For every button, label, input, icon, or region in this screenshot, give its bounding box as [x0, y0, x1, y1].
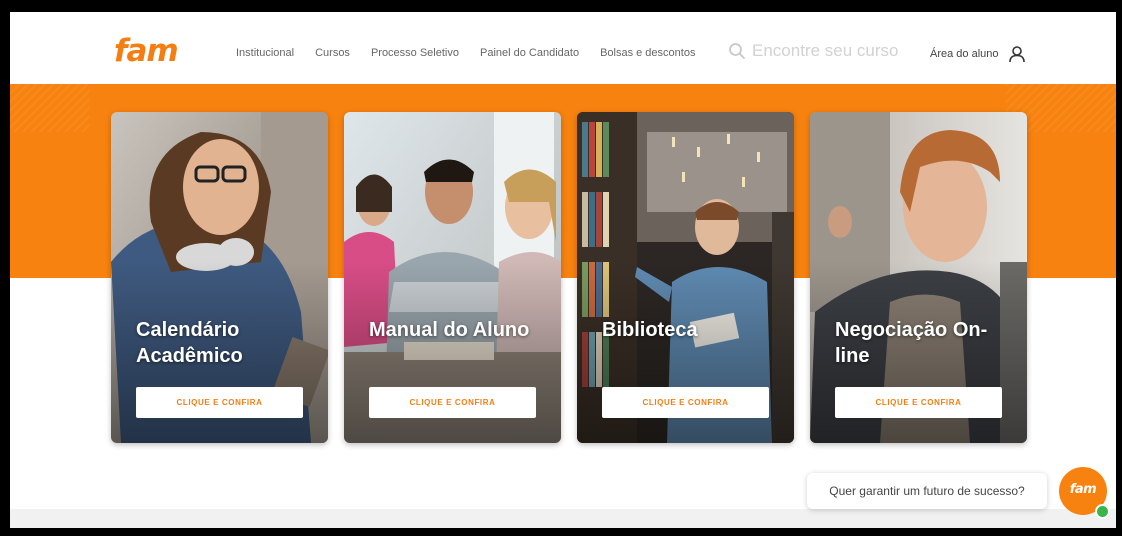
- band-stripe-left: [10, 84, 90, 132]
- card-cta-button[interactable]: CLIQUE E CONFIRA: [835, 387, 1002, 418]
- card-title: Negociação On-line: [835, 319, 988, 367]
- nav-institucional[interactable]: Institucional: [236, 47, 294, 59]
- card-cta-button[interactable]: CLIQUE E CONFIRA: [136, 387, 303, 418]
- student-area-label[interactable]: Área do aluno: [930, 48, 999, 60]
- card-biblioteca[interactable]: Biblioteca CLIQUE E CONFIRA: [577, 112, 794, 443]
- card-calendario-academico[interactable]: Calendário Acadêmico CLIQUE E CONFIRA: [111, 112, 328, 443]
- nav-processo-seletivo[interactable]: Processo Seletivo: [371, 47, 459, 59]
- fam-logo[interactable]: fam: [114, 36, 179, 67]
- search-icon[interactable]: [728, 42, 746, 60]
- card-negociacao-online[interactable]: Negociação On-line CLIQUE E CONFIRA: [810, 112, 1027, 443]
- site-header: fam Institucional Cursos Processo Seleti…: [10, 12, 1116, 84]
- user-icon[interactable]: [1008, 45, 1026, 63]
- nav-cursos[interactable]: Cursos: [315, 47, 350, 59]
- card-title: Calendário Acadêmico: [136, 319, 243, 367]
- main-nav: Institucional Cursos Processo Seletivo P…: [236, 47, 716, 59]
- bottom-strip: [10, 509, 1116, 528]
- page-viewport: fam Institucional Cursos Processo Seleti…: [10, 12, 1116, 528]
- course-search[interactable]: Encontre seu curso: [728, 41, 898, 61]
- student-area-link[interactable]: Área do aluno: [930, 45, 1026, 63]
- nav-bolsas-descontos[interactable]: Bolsas e descontos: [600, 47, 695, 59]
- card-cta-button[interactable]: CLIQUE E CONFIRA: [369, 387, 536, 418]
- nav-painel-candidato[interactable]: Painel do Candidato: [480, 47, 579, 59]
- card-title: Manual do Aluno: [369, 319, 530, 341]
- chat-logo: fam: [1069, 482, 1097, 497]
- search-input[interactable]: Encontre seu curso: [752, 41, 898, 61]
- card-title: Biblioteca: [602, 319, 698, 341]
- card-cta-button[interactable]: CLIQUE E CONFIRA: [602, 387, 769, 418]
- online-status-dot: [1095, 504, 1110, 519]
- card-manual-aluno[interactable]: Manual do Aluno CLIQUE E CONFIRA: [344, 112, 561, 443]
- chat-prompt-bubble[interactable]: Quer garantir um futuro de sucesso?: [807, 473, 1047, 509]
